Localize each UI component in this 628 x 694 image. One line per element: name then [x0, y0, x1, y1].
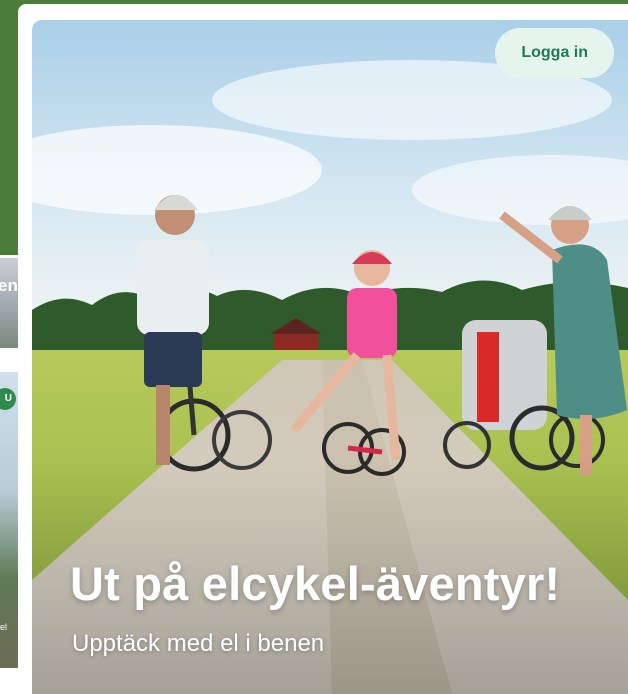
background-card-badge: U — [0, 388, 16, 410]
modal-dialog: Logga in Ut på elcykel-äventyr! Upptäck … — [18, 4, 628, 694]
background-card-title: en — [0, 276, 18, 295]
login-button[interactable]: Logga in — [495, 28, 614, 78]
background-card[interactable]: U el — [0, 372, 18, 668]
hero-banner: Logga in Ut på elcykel-äventyr! Upptäck … — [32, 20, 628, 694]
hero-title: Ut på elcykel-äventyr! — [70, 557, 561, 610]
background-card[interactable]: en — [0, 258, 18, 348]
hero-subtitle: Upptäck med el i benen — [72, 630, 325, 657]
background-card-label: el — [0, 622, 8, 632]
